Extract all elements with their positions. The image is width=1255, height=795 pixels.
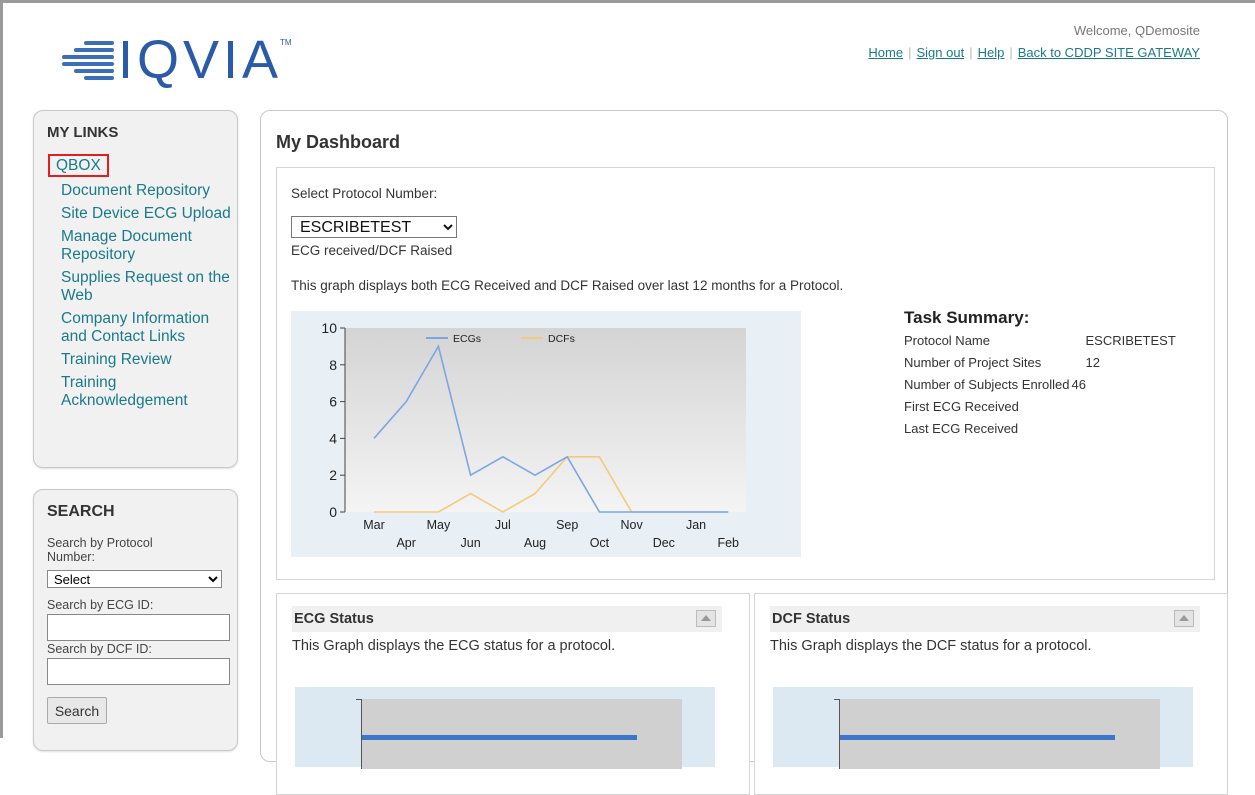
summary-value	[1069, 399, 1175, 421]
sign-out-link[interactable]: Sign out	[916, 45, 964, 60]
training-review-link[interactable]: Training Review	[61, 351, 231, 369]
chart-caption: ECG received/DCF Raised	[291, 243, 453, 258]
ecg-id-input[interactable]	[47, 614, 230, 641]
summary-label: Protocol Name	[904, 333, 990, 348]
iqvia-logo[interactable]: IQVIA TM	[62, 32, 322, 92]
legend-label: DCFs	[548, 333, 575, 345]
supplies-request-link[interactable]: Supplies Request on the Web	[61, 269, 231, 305]
gateway-link[interactable]: Back to CDDP SITE GATEWAY	[1018, 45, 1200, 60]
logo-bars-icon	[62, 41, 114, 81]
dcf-status-plot-area	[834, 699, 1160, 769]
site-device-ecg-upload-link[interactable]: Site Device ECG Upload	[61, 205, 231, 223]
search-button[interactable]: Search	[47, 697, 107, 724]
summary-label: First ECG Received	[904, 399, 1019, 414]
summary-label: Last ECG Received	[904, 421, 1019, 436]
task-summary: Task Summary: Protocol Name ESCRIBETEST N…	[904, 308, 1204, 443]
summary-row: Last ECG Received	[904, 421, 1176, 443]
y-tick-label: 4	[329, 430, 337, 446]
summary-row: Number of Project Sites 12	[904, 355, 1176, 377]
qbox-link[interactable]: QBOX	[48, 154, 109, 177]
home-link[interactable]: Home	[868, 45, 903, 60]
chart-description: This graph displays both ECG Received an…	[291, 278, 844, 293]
help-link[interactable]: Help	[978, 45, 1005, 60]
axis-tick	[834, 699, 840, 700]
summary-row: Protocol Name ESCRIBETEST	[904, 333, 1176, 355]
x-tick-label: May	[427, 518, 451, 532]
training-acknowledgement-link[interactable]: Training Acknowledgement	[61, 374, 231, 410]
task-summary-title: Task Summary:	[904, 308, 1030, 327]
summary-value: ESCRIBETEST	[1085, 333, 1176, 348]
axis-tick	[356, 699, 362, 700]
plot-area	[345, 328, 746, 512]
y-tick-label: 6	[329, 394, 337, 410]
x-tick-label: Feb	[717, 536, 739, 550]
ecg-status-collapse-icon[interactable]	[696, 610, 716, 627]
y-tick-label: 2	[329, 467, 337, 483]
ecg-status-plot-area	[356, 699, 682, 769]
page-title: My Dashboard	[276, 132, 401, 152]
ecg-status-description: This Graph displays the ECG status for a…	[292, 638, 616, 654]
summary-label: Number of Subjects Enrolled	[904, 377, 1070, 392]
y-tick-label: 8	[329, 357, 337, 373]
welcome-text: Welcome, QDemosite	[1073, 23, 1200, 38]
document-repository-link[interactable]: Document Repository	[61, 182, 231, 200]
select-protocol-label: Select Protocol Number:	[291, 186, 438, 201]
dashboard-content: Select Protocol Number: ESCRIBETEST ECG …	[276, 167, 1215, 580]
ecg-dcf-chart: 0 2 4 6 8 10 Mar Apr May Jun Jul Aug Sep Oct Nov Dec Jan…	[291, 311, 801, 557]
my-links-list: QBOX Document Repository Site Device ECG…	[48, 154, 231, 415]
dcf-status-collapse-icon[interactable]	[1174, 610, 1194, 627]
dcf-status-header: DCF Status	[770, 606, 1200, 632]
dcf-id-input[interactable]	[47, 658, 230, 685]
x-tick-label: Jun	[461, 536, 481, 550]
summary-row: First ECG Received	[904, 399, 1176, 421]
x-tick-label: Nov	[621, 518, 644, 532]
my-links-title: MY LINKS	[47, 124, 119, 141]
company-information-link[interactable]: Company Information and Contact Links	[61, 310, 231, 346]
x-tick-label: Dec	[653, 536, 675, 550]
search-title: SEARCH	[47, 503, 115, 520]
summary-value: 46	[1071, 377, 1086, 392]
protocol-select[interactable]: ESCRIBETEST	[291, 216, 457, 238]
window-top-border	[0, 0, 1255, 3]
x-tick-label: Jul	[495, 518, 511, 532]
y-tick-label: 10	[321, 320, 337, 336]
summary-row: Number of Subjects Enrolled 46	[904, 377, 1176, 399]
dcf-id-label: Search by DCF ID:	[47, 642, 152, 656]
x-tick-label: Jan	[686, 518, 706, 532]
task-summary-table: Protocol Name ESCRIBETEST Number of Proje…	[904, 333, 1176, 443]
ecg-status-title: ECG Status	[294, 611, 374, 627]
main-panel: My Dashboard Select Protocol Number: ESC…	[260, 110, 1228, 795]
dcf-status-panel: DCF Status This Graph displays the DCF s…	[754, 593, 1228, 795]
link-separator: |	[908, 45, 912, 60]
ecg-status-header: ECG Status	[292, 606, 722, 632]
protocol-search-label: Search by Protocol Number:	[47, 536, 153, 564]
top-navigation: Home | Sign out | Help | Back to CDDP SITE GAT…	[868, 45, 1200, 60]
legend-label: ECGs	[453, 333, 481, 345]
x-tick-label: Apr	[396, 536, 415, 550]
x-tick-label: Mar	[363, 518, 385, 532]
ecg-status-chart	[295, 687, 715, 769]
my-links-panel: MY LINKS QBOX Document Repository Site D…	[33, 110, 238, 468]
summary-value	[1069, 421, 1175, 443]
summary-label: Number of Project Sites	[904, 355, 1042, 370]
link-separator: |	[1009, 45, 1013, 60]
summary-value: 12	[1085, 355, 1100, 370]
dcf-status-chart	[773, 687, 1193, 769]
window-left-border	[0, 0, 3, 738]
logo-text: IQVIA	[118, 30, 283, 90]
x-tick-label: Sep	[556, 518, 578, 532]
x-tick-label: Aug	[524, 536, 546, 550]
logo-trademark: TM	[280, 38, 292, 47]
x-tick-label: Oct	[590, 536, 610, 550]
link-separator: |	[969, 45, 973, 60]
dcf-status-title: DCF Status	[772, 611, 851, 627]
protocol-search-select[interactable]: Select	[47, 570, 222, 588]
dcf-status-description: This Graph displays the DCF status for a…	[770, 638, 1092, 654]
ecg-dcf-chart-svg: 0 2 4 6 8 10 Mar Apr May Jun Jul Aug Sep Oct Nov Dec Jan…	[321, 320, 746, 550]
y-tick-label: 0	[329, 504, 337, 520]
ecg-status-panel: ECG Status This Graph displays the ECG s…	[276, 593, 750, 795]
search-panel: SEARCH Search by Protocol Number: Select…	[33, 489, 238, 751]
ecg-id-label: Search by ECG ID:	[47, 598, 154, 612]
manage-document-repository-link[interactable]: Manage Document Repository	[61, 228, 231, 264]
